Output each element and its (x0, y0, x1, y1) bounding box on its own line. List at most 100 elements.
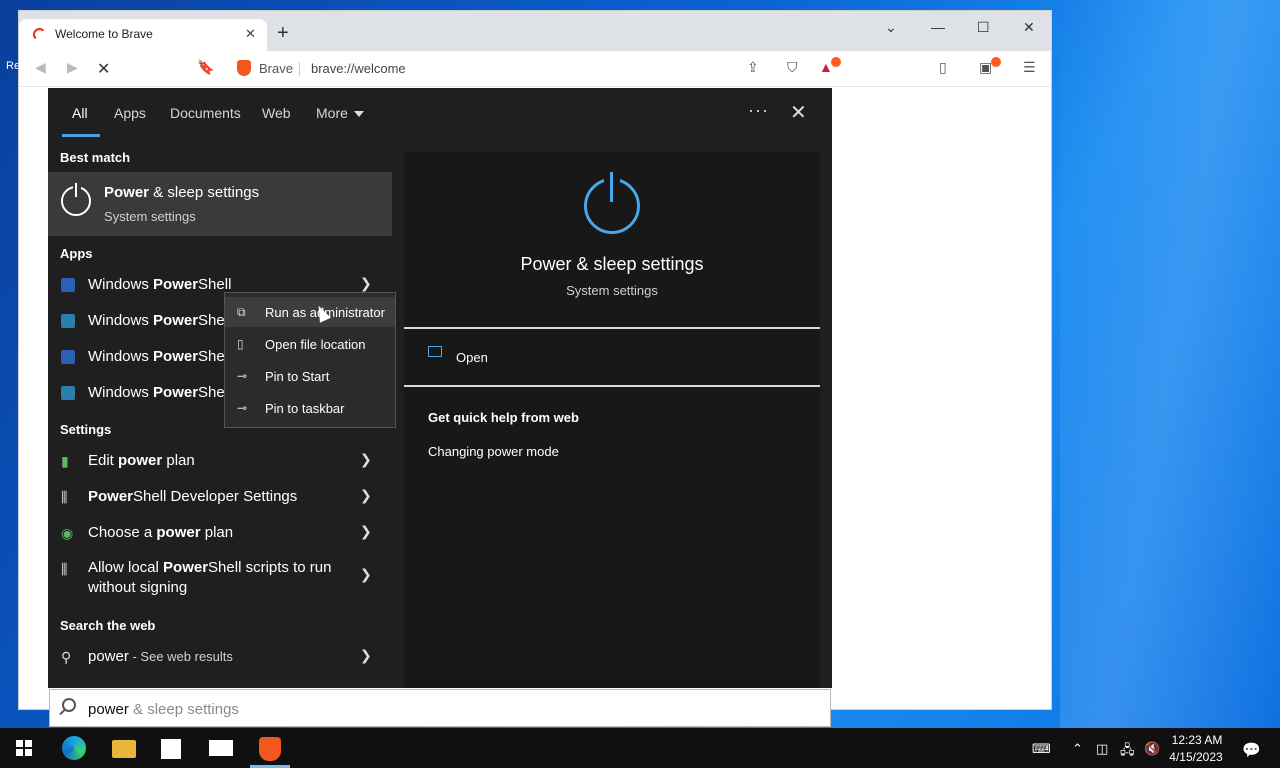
quick-help-link[interactable]: Changing power mode (428, 444, 559, 459)
best-match-title: Power & sleep settings (104, 184, 260, 201)
chevron-right-icon[interactable]: ❯ (360, 647, 372, 664)
chevron-right-icon[interactable]: ❯ (360, 487, 372, 504)
close-icon[interactable]: ✕ (790, 100, 807, 125)
omnibox-separator (299, 62, 300, 76)
setting-label: Allow local PowerShell scripts to run wit… (88, 559, 332, 596)
search-filter-tabs: All Apps Documents Web More ··· ✕ (48, 88, 832, 138)
desktop-light-ray (1060, 0, 1280, 728)
best-match-subtitle: System settings (104, 209, 196, 224)
browser-toolbar: ◀ ▶ ✕ 🔖 Brave brave://welcome ⇪ ⛉ ▲ ▯ ▣ … (19, 51, 1051, 87)
menu-icon[interactable]: ☰ (1023, 59, 1036, 76)
powershell-icon (61, 350, 75, 364)
menu-item-open-file-location[interactable]: ▯ Open file location (225, 329, 395, 359)
notifications-icon[interactable]: 💬 (1242, 741, 1261, 759)
clock-date[interactable]: 4/15/2023 (1164, 750, 1228, 764)
preview-title: Power & sleep settings (520, 254, 704, 274)
pin-icon: ⊸ (237, 369, 248, 383)
file-explorer-icon[interactable] (112, 740, 136, 758)
stop-loading-icon[interactable]: ✕ (97, 59, 110, 79)
powershell-ise-icon (61, 314, 75, 328)
meet-now-icon[interactable]: ◫ (1096, 741, 1108, 757)
best-match-header: Best match (60, 150, 131, 165)
tab-documents[interactable]: Documents (170, 105, 241, 121)
taskbar: ⌨ ⌃ ◫ 🖧 🔇 12:23 AM 4/15/2023 💬 (0, 728, 1280, 768)
clock-time[interactable]: 12:23 AM (1168, 733, 1226, 747)
chevron-up-icon[interactable]: ⌃ (1072, 741, 1083, 757)
maximize-button[interactable]: ☐ (977, 19, 990, 36)
volume-muted-icon[interactable]: 🔇 (1144, 741, 1160, 757)
keyboard-icon[interactable]: ⌨ (1032, 741, 1051, 757)
menu-item-pin-to-start[interactable]: ⊸ Pin to Start (225, 361, 395, 391)
store-icon[interactable] (161, 739, 181, 759)
powershell-ise-icon (61, 386, 75, 400)
sidebar-icon[interactable]: ▯ (939, 59, 947, 76)
powershell-icon (61, 278, 75, 292)
list-item-choose-power-plan[interactable]: ◉ Choose a power plan ❯ (48, 516, 392, 550)
tab-more-label: More (316, 105, 348, 121)
setting-label: PowerShell Developer Settings (88, 488, 298, 505)
brave-shields-icon[interactable]: ⛉ (787, 59, 798, 76)
chevron-right-icon[interactable]: ❯ (360, 523, 372, 540)
edge-icon[interactable] (62, 736, 86, 760)
tab-web[interactable]: Web (262, 105, 291, 121)
close-window-button[interactable]: ✕ (1023, 19, 1035, 36)
tab-all[interactable]: All (72, 105, 88, 121)
back-icon[interactable]: ◀ (35, 59, 46, 76)
brave-logo-icon (237, 60, 251, 76)
list-item-developer-settings[interactable]: ⫼ PowerShell Developer Settings ❯ (48, 480, 392, 514)
context-menu: ⧉ Run as administrator ▯ Open file locat… (224, 292, 396, 428)
list-item-edit-power-plan[interactable]: ▮ Edit power plan ❯ (48, 444, 392, 478)
tab-welcome[interactable]: Welcome to Brave ✕ (19, 19, 267, 51)
search-input[interactable]: power & sleep settings (49, 689, 831, 727)
search-web-header: Search the web (60, 618, 156, 633)
loading-spinner-icon (33, 28, 46, 41)
search-query[interactable]: power & sleep settings (88, 701, 239, 718)
menu-item-run-as-admin[interactable]: ⧉ Run as administrator (225, 297, 395, 327)
preview-pane: Power & sleep settings System settings O… (404, 152, 820, 688)
network-icon[interactable]: 🖧 (1120, 741, 1135, 763)
address-bar[interactable]: Brave brave://welcome (223, 54, 793, 84)
list-item-web-search[interactable]: ⚲ power - See web results ❯ (48, 640, 392, 674)
developer-settings-icon: ⫼ (61, 489, 68, 505)
app-label: Windows PowerShell (88, 276, 232, 293)
app-label: Windows PowerShell (88, 384, 232, 401)
settings-header: Settings (60, 422, 112, 437)
wallet-badge (991, 57, 1001, 67)
best-match-item[interactable]: Power & sleep settings System settings (48, 172, 392, 236)
setting-label: Edit power plan (88, 452, 195, 469)
power-icon (61, 182, 91, 216)
active-tab-indicator (62, 134, 100, 137)
open-action[interactable]: Open (456, 350, 488, 365)
apps-header: Apps (60, 246, 93, 261)
preview-subtitle: System settings (566, 283, 658, 298)
bookmark-icon[interactable]: 🔖 (197, 59, 214, 76)
tab-title: Welcome to Brave (55, 27, 153, 41)
chevron-right-icon[interactable]: ❯ (360, 275, 372, 292)
more-options-icon[interactable]: ··· (748, 100, 769, 121)
app-label: Windows PowerShell (88, 312, 232, 329)
power-icon (584, 172, 640, 234)
forward-icon[interactable]: ▶ (67, 59, 78, 76)
quick-help-header: Get quick help from web (428, 410, 579, 425)
power-plan-icon: ◉ (61, 525, 74, 541)
tab-bar: Welcome to Brave ✕ + ⌄ — ☐ ✕ (19, 11, 1051, 51)
brave-taskbar-icon[interactable] (259, 737, 281, 761)
list-item-allow-scripts[interactable]: ⫼ Allow local PowerShell scripts to run w… (48, 552, 392, 598)
menu-item-label: Open file location (265, 337, 366, 352)
new-tab-button[interactable]: + (277, 23, 289, 43)
tab-search-dropdown-icon[interactable]: ⌄ (885, 19, 897, 36)
tab-close-icon[interactable]: ✕ (245, 26, 256, 42)
pin-icon: ⊸ (237, 401, 248, 415)
start-windows-icon[interactable] (16, 740, 32, 756)
chevron-right-icon[interactable]: ❯ (360, 566, 372, 583)
minimize-button[interactable]: — (931, 19, 945, 35)
omnibox-url[interactable]: brave://welcome (311, 61, 406, 76)
chevron-right-icon[interactable]: ❯ (360, 451, 372, 468)
open-icon (428, 346, 442, 357)
tab-apps[interactable]: Apps (114, 105, 146, 121)
tab-more[interactable]: More (316, 105, 364, 121)
menu-item-pin-to-taskbar[interactable]: ⊸ Pin to taskbar (225, 393, 395, 423)
divider (404, 327, 820, 329)
share-icon[interactable]: ⇪ (747, 59, 759, 76)
mail-icon[interactable] (209, 740, 233, 756)
